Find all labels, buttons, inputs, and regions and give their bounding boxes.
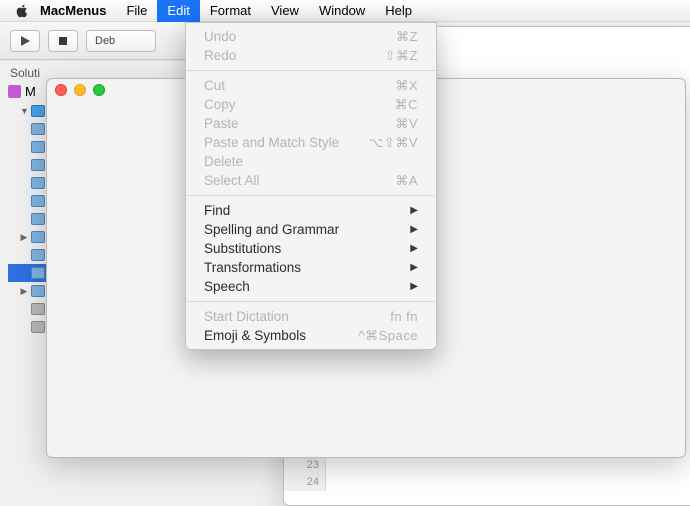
project-icon [8, 85, 21, 98]
file-icon [31, 321, 45, 333]
file-icon [31, 195, 45, 207]
file-icon [31, 177, 45, 189]
menu-shortcut: ⌘A [395, 173, 418, 189]
menu-item-label: Spelling and Grammar [204, 222, 339, 237]
file-icon [31, 285, 45, 297]
file-icon [31, 105, 45, 117]
menu-item-select-all: Select All ⌘A [186, 171, 436, 190]
menu-item-paste-and-match-style: Paste and Match Style ⌥⇧⌘V [186, 133, 436, 152]
apple-logo-icon[interactable] [14, 4, 30, 18]
menu-item-copy: Copy ⌘C [186, 95, 436, 114]
menu-file[interactable]: File [116, 0, 157, 22]
config-dropdown[interactable]: Deb [86, 30, 156, 52]
solution-header: Soluti [10, 66, 40, 80]
menu-item-undo: Undo ⌘Z [186, 27, 436, 46]
submenu-arrow-icon: ▶ [410, 243, 418, 254]
menu-item-label: Transformations [204, 260, 301, 275]
menu-item-label: Delete [204, 154, 243, 169]
zoom-icon[interactable] [93, 84, 105, 96]
close-icon[interactable] [55, 84, 67, 96]
menu-shortcut: ⌘C [395, 97, 418, 113]
menu-item-label: Substitutions [204, 241, 281, 256]
menu-item-label: Speech [204, 279, 250, 294]
edit-dropdown[interactable]: Undo⌘ZRedo⇧⌘ZCut⌘XCopy⌘CPaste⌘VPaste and… [185, 22, 437, 350]
file-icon [31, 123, 45, 135]
run-button[interactable] [10, 30, 40, 52]
menu-shortcut: ⌘V [395, 116, 418, 132]
stop-button[interactable] [48, 30, 78, 52]
project-label: M [25, 84, 36, 99]
menu-item-label: Paste [204, 116, 239, 131]
file-icon [31, 141, 45, 153]
menu-shortcut: ⌘X [395, 78, 418, 94]
menu-item-redo: Redo ⇧⌘Z [186, 46, 436, 65]
menu-item-speech[interactable]: Speech ▶ [186, 277, 436, 296]
menu-format[interactable]: Format [200, 0, 261, 22]
file-icon [31, 303, 45, 315]
menu-shortcut: ⇧⌘Z [385, 48, 418, 64]
menu-item-label: Copy [204, 97, 236, 112]
submenu-arrow-icon: ▶ [410, 205, 418, 216]
menu-item-label: Redo [204, 48, 236, 63]
minimize-icon[interactable] [74, 84, 86, 96]
menu-shortcut: ⌘Z [396, 29, 418, 45]
menu-item-cut: Cut ⌘X [186, 76, 436, 95]
file-icon [31, 267, 45, 279]
menu-item-paste: Paste ⌘V [186, 114, 436, 133]
menu-item-label: Emoji & Symbols [204, 328, 306, 343]
menu-shortcut: ^⌘Space [359, 328, 418, 344]
menu-item-find[interactable]: Find ▶ [186, 201, 436, 220]
menu-item-label: Cut [204, 78, 225, 93]
menu-item-label: Select All [204, 173, 260, 188]
menubar: MacMenus File Edit Format View Window He… [0, 0, 690, 22]
menu-item-start-dictation: Start Dictation fn fn [186, 307, 436, 326]
submenu-arrow-icon: ▶ [410, 262, 418, 273]
menu-edit[interactable]: Edit [157, 0, 199, 22]
menu-item-label: Undo [204, 29, 236, 44]
menu-item-label: Find [204, 203, 230, 218]
menu-item-label: Start Dictation [204, 309, 289, 324]
file-icon [31, 213, 45, 225]
menu-item-transformations[interactable]: Transformations ▶ [186, 258, 436, 277]
menu-view[interactable]: View [261, 0, 309, 22]
config-label: Deb [95, 35, 115, 47]
menu-window[interactable]: Window [309, 0, 375, 22]
file-icon [31, 231, 45, 243]
menu-item-spelling-and-grammar[interactable]: Spelling and Grammar ▶ [186, 220, 436, 239]
menu-shortcut: fn fn [390, 309, 418, 324]
menu-item-label: Paste and Match Style [204, 135, 339, 150]
file-icon [31, 249, 45, 261]
submenu-arrow-icon: ▶ [410, 281, 418, 292]
menu-app[interactable]: MacMenus [30, 0, 116, 22]
menu-item-delete: Delete [186, 152, 436, 171]
menu-shortcut: ⌥⇧⌘V [368, 135, 418, 151]
menu-item-emoji-symbols[interactable]: Emoji & Symbols ^⌘Space [186, 326, 436, 345]
file-icon [31, 159, 45, 171]
menu-item-substitutions[interactable]: Substitutions ▶ [186, 239, 436, 258]
submenu-arrow-icon: ▶ [410, 224, 418, 235]
menu-help[interactable]: Help [375, 0, 422, 22]
